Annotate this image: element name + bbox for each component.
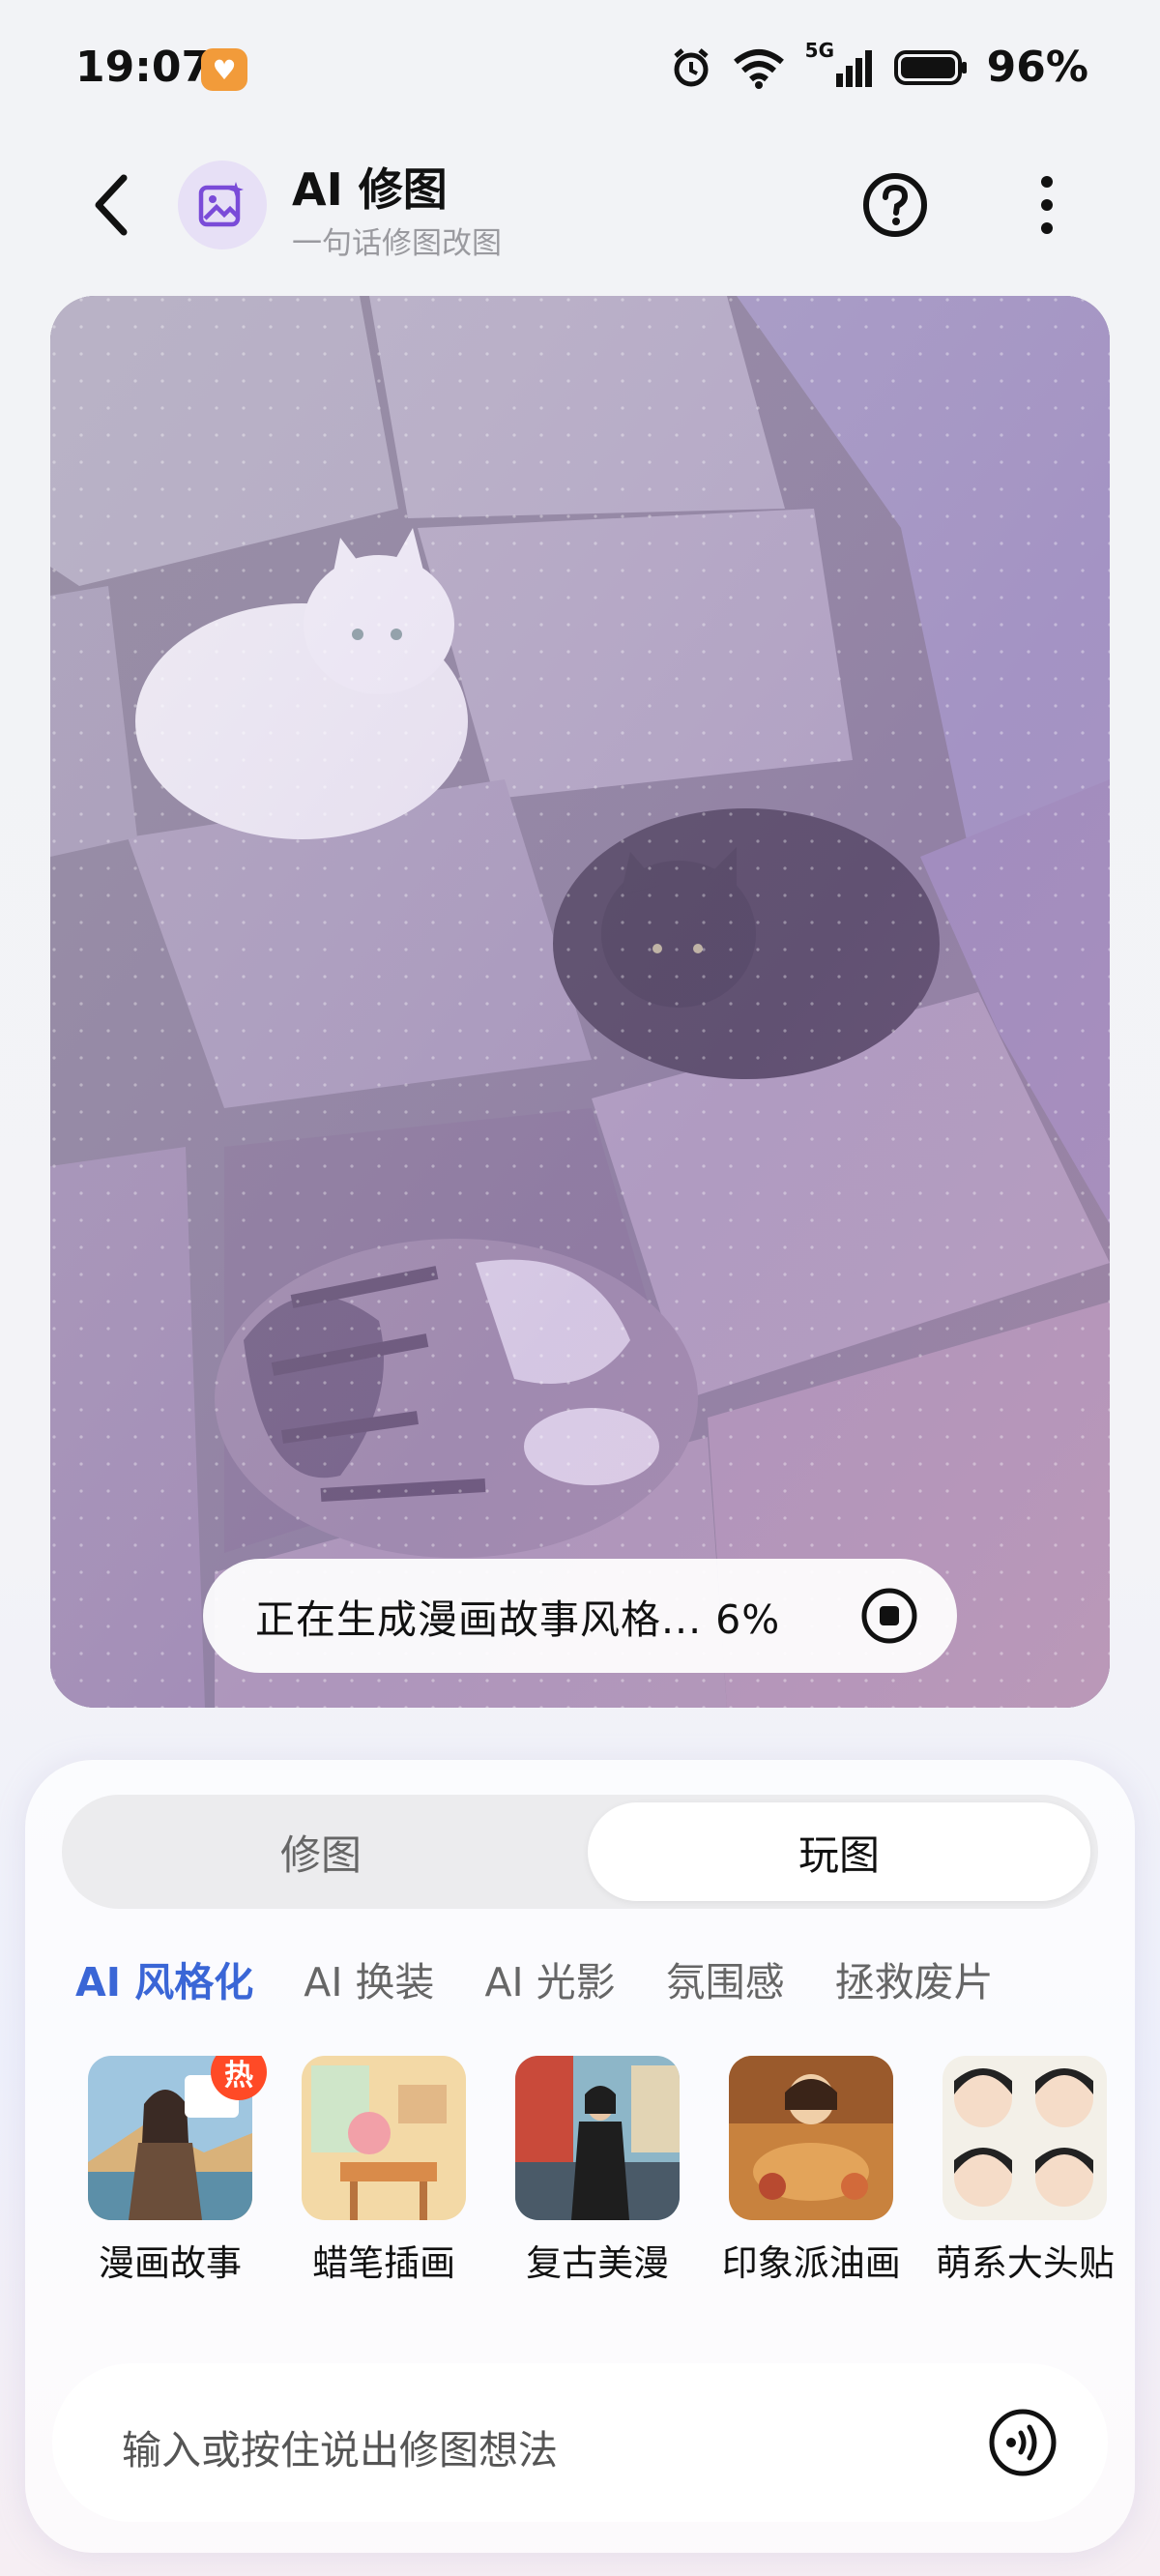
status-bar: 19:07 ♥ 5G 96% — [0, 0, 1160, 145]
battery-percent: 96% — [986, 43, 1088, 92]
category-tabs: AI 风格化 AI 换装 AI 光影 氛围感 拯救废片 — [75, 1949, 1135, 2017]
cats-photo-image — [50, 296, 1110, 1708]
status-icons: 5G 96% — [670, 39, 1088, 92]
magic-image-icon — [198, 182, 244, 227]
category-atmosphere[interactable]: 氛围感 — [666, 1949, 785, 2007]
app-icon — [178, 161, 267, 249]
style-item-crayon-illustration[interactable]: 蜡笔插画 — [279, 2056, 488, 2286]
tab-play[interactable]: 玩图 — [588, 1802, 1090, 1901]
heart-app-icon: ♥ — [201, 48, 247, 91]
style-list: 热 漫画故事 蜡笔插画 复古美漫 印象派油画 萌系大头贴 — [66, 2056, 1135, 2307]
style-item-comic-story[interactable]: 热 漫画故事 — [66, 2056, 275, 2286]
help-button[interactable] — [860, 170, 930, 240]
mode-switch: 修图 玩图 — [62, 1795, 1098, 1909]
style-label: 蜡笔插画 — [312, 2242, 456, 2284]
photo-preview: 正在生成漫画故事风格... 6% — [50, 296, 1110, 1708]
style-label: 萌系大头贴 — [935, 2242, 1115, 2284]
style-thumbnail — [942, 2056, 1108, 2220]
style-item-retro-comic[interactable]: 复古美漫 — [493, 2056, 702, 2286]
style-item-cute-sticker[interactable]: 萌系大头贴 — [920, 2056, 1129, 2286]
tab-edit[interactable]: 修图 — [70, 1802, 572, 1901]
battery-icon — [893, 49, 967, 85]
cellular-signal-icon: 5G — [805, 39, 875, 89]
page-title: AI 修图 — [292, 163, 448, 216]
progress-text: 正在生成漫画故事风格... 6% — [255, 1596, 781, 1643]
category-rescue-photo[interactable]: 拯救废片 — [835, 1949, 994, 2007]
prompt-input[interactable]: 输入或按住说出修图想法 — [52, 2363, 1108, 2522]
wifi-icon — [733, 48, 784, 89]
style-label: 印象派油画 — [721, 2242, 901, 2284]
style-label: 漫画故事 — [99, 2242, 242, 2284]
category-ai-stylize[interactable]: AI 风格化 — [75, 1949, 253, 2007]
voice-input-button[interactable] — [988, 2408, 1058, 2477]
tools-panel: 修图 玩图 AI 风格化 AI 换装 AI 光影氛围感拯救废片 热 漫画故事 — [25, 1760, 1135, 2553]
style-thumbnail — [515, 2056, 681, 2220]
page-subtitle: 一句话修图改图 — [292, 226, 502, 261]
category-ai-outfit[interactable]: AI 换装 — [304, 1949, 434, 2007]
style-thumbnail — [729, 2056, 894, 2220]
prompt-placeholder: 输入或按住说出修图想法 — [122, 2427, 558, 2474]
more-options-button[interactable] — [1025, 170, 1069, 240]
status-time: 19:07 — [75, 43, 212, 92]
style-thumbnail — [302, 2056, 467, 2220]
style-item-impressionist-oil[interactable]: 印象派油画 — [707, 2056, 915, 2286]
alarm-icon — [674, 47, 709, 86]
generation-progress-pill: 正在生成漫画故事风格... 6% — [203, 1559, 957, 1673]
back-button[interactable] — [83, 170, 141, 240]
category-ai-lighting[interactable]: AI 光影 — [484, 1949, 615, 2007]
style-label: 复古美漫 — [526, 2242, 670, 2284]
stop-generation-button[interactable] — [860, 1587, 918, 1645]
